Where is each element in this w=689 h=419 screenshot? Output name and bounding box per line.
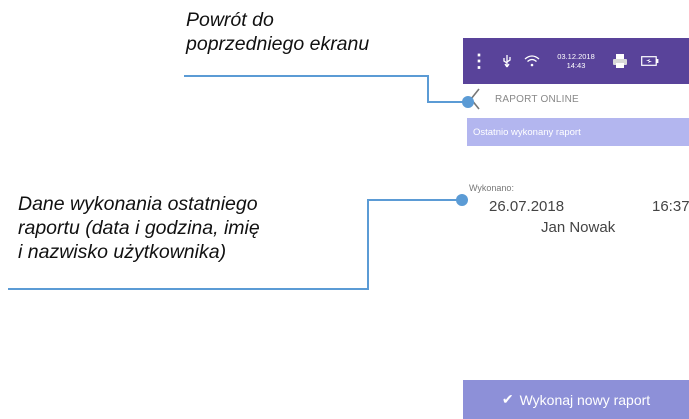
callout-back-description: Powrót do poprzedniego ekranu [186, 8, 446, 56]
battery-icon [637, 38, 663, 84]
app-header: RAPORT ONLINE [463, 84, 689, 114]
callout-back-line1: Powrót do [186, 9, 274, 31]
status-datetime: 03.12.2018 14:43 [549, 38, 603, 84]
callout-data-line3: i nazwisko użytkownika) [18, 241, 227, 263]
report-date: 26.07.2018 [489, 198, 565, 215]
report-user: Jan Nowak [541, 219, 616, 236]
callout-back-line2: poprzedniego ekranu [186, 33, 370, 55]
done-label: Wykonano: [469, 183, 514, 193]
section-header: Ostatnio wykonany raport [467, 118, 689, 146]
status-date: 03.12.2018 [557, 52, 595, 61]
run-new-report-label: Wykonaj nowy raport [519, 391, 651, 408]
leader-line-back [184, 75, 468, 103]
report-time: 16:37 [652, 198, 689, 215]
device-screen: ⋮ 03.12.2018 14:43 RAPORT ONLINE Ostatni… [463, 38, 689, 419]
status-time: 14:43 [566, 61, 586, 70]
status-bar: ⋮ 03.12.2018 14:43 [463, 38, 689, 84]
check-icon: ✔ [501, 391, 514, 407]
callout-data-line1: Dane wykonania ostatniego [18, 193, 258, 215]
printer-icon [609, 38, 631, 84]
wifi-icon [521, 38, 543, 84]
menu-dots-icon[interactable]: ⋮ [469, 38, 489, 84]
usb-icon [497, 38, 517, 84]
callout-data-line2: raportu (data i godzina, imię [18, 217, 260, 239]
run-new-report-button[interactable]: ✔ Wykonaj nowy raport [463, 380, 689, 419]
back-button[interactable] [463, 84, 487, 114]
chevron-left-icon [469, 88, 480, 110]
screen-title: RAPORT ONLINE [495, 93, 579, 105]
callout-data-description: Dane wykonania ostatniego raportu (data … [18, 192, 378, 264]
